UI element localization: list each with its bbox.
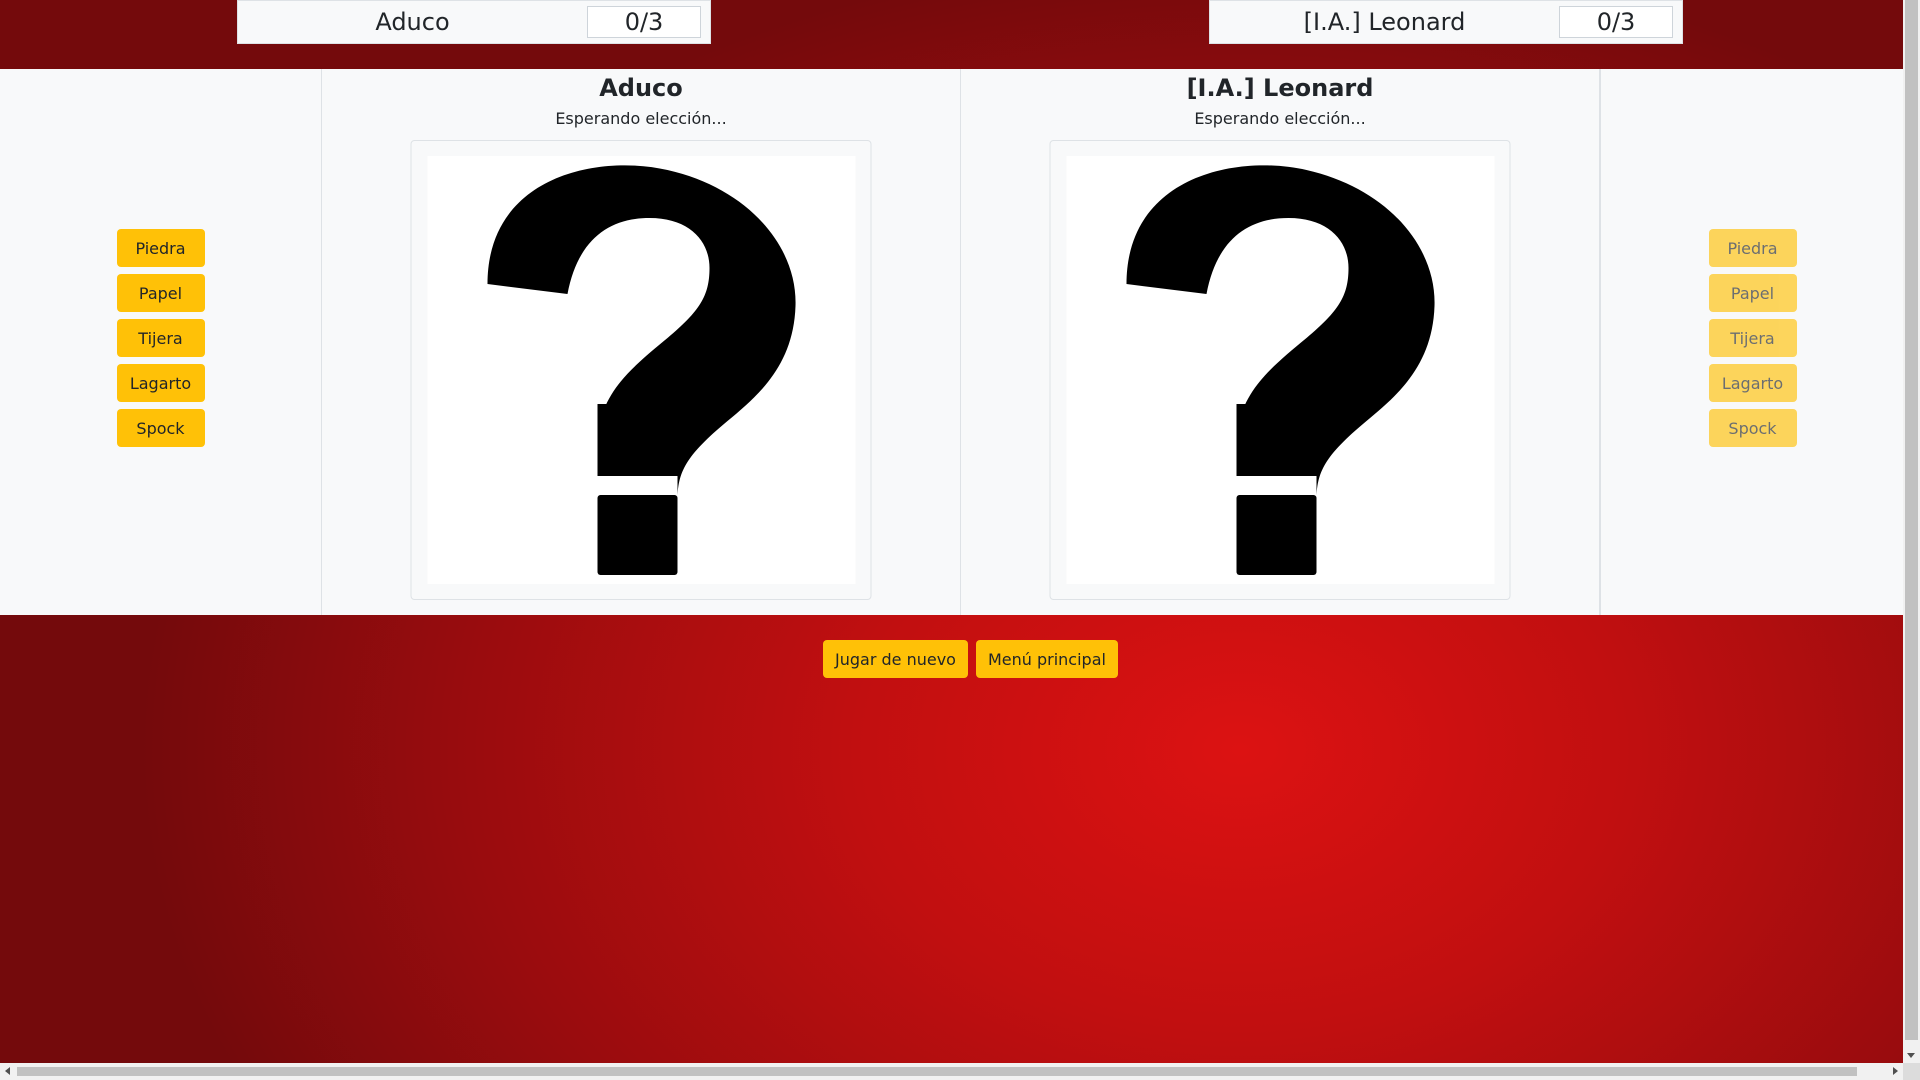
player2-move-tijera-button: Tijera — [1708, 319, 1797, 357]
play-again-button[interactable]: Jugar de nuevo — [823, 640, 968, 678]
player2-move-panel: Piedra Papel Tijera Lagarto Spock — [1600, 69, 1904, 615]
vertical-scrollbar[interactable] — [1903, 0, 1920, 1080]
player1-move-panel: Piedra Papel Tijera Lagarto Spock — [0, 69, 322, 615]
horizontal-scrollbar[interactable] — [0, 1063, 1903, 1080]
player2-title: [I.A.] Leonard — [1186, 74, 1374, 102]
vertical-scrollbar-thumb[interactable] — [1905, 0, 1918, 1040]
player2-move-papel-button: Papel — [1708, 274, 1797, 312]
player2-move-list: Piedra Papel Tijera Lagarto Spock — [1601, 229, 1904, 447]
question-mark-icon — [1126, 165, 1435, 575]
scoreboard-player1-name: Aduco — [375, 8, 450, 36]
scrollbar-corner — [1903, 1063, 1920, 1080]
player2-choice-image — [1066, 156, 1494, 584]
player1-move-list: Piedra Papel Tijera Lagarto Spock — [0, 229, 321, 447]
game-arena: Piedra Papel Tijera Lagarto Spock Aduco … — [0, 69, 1904, 615]
player1-panel: Aduco Esperando elección... — [322, 69, 961, 615]
scoreboard-player1: Aduco 0/3 — [237, 0, 711, 44]
scoreboard-player2-name: [I.A.] Leonard — [1303, 8, 1466, 36]
scoreboard-player2: [I.A.] Leonard 0/3 — [1209, 0, 1683, 44]
player2-move-piedra-button: Piedra — [1708, 229, 1797, 267]
player1-title: Aduco — [599, 74, 683, 102]
player1-status: Esperando elección... — [555, 109, 727, 128]
horizontal-scrollbar-thumb[interactable] — [17, 1067, 1857, 1076]
player2-move-spock-button: Spock — [1708, 409, 1797, 447]
question-mark-icon — [487, 165, 796, 575]
player1-move-lagarto-button[interactable]: Lagarto — [116, 364, 205, 402]
player2-move-lagarto-button: Lagarto — [1708, 364, 1797, 402]
player2-choice-card — [1049, 140, 1511, 600]
scroll-left-arrow-icon[interactable] — [5, 1067, 10, 1075]
scoreboard-player1-score: 0/3 — [587, 6, 701, 38]
player2-panel: [I.A.] Leonard Esperando elección... — [961, 69, 1600, 615]
player1-move-spock-button[interactable]: Spock — [116, 409, 205, 447]
player1-move-papel-button[interactable]: Papel — [116, 274, 205, 312]
player1-choice-card — [410, 140, 872, 600]
scroll-down-arrow-icon[interactable] — [1907, 1053, 1915, 1058]
player1-choice-image — [427, 156, 855, 584]
player2-status: Esperando elección... — [1194, 109, 1366, 128]
player1-move-piedra-button[interactable]: Piedra — [116, 229, 205, 267]
main-menu-button[interactable]: Menú principal — [975, 640, 1118, 678]
scoreboard-player2-score: 0/3 — [1559, 6, 1673, 38]
player1-move-tijera-button[interactable]: Tijera — [116, 319, 205, 357]
scroll-right-arrow-icon[interactable] — [1893, 1067, 1898, 1075]
